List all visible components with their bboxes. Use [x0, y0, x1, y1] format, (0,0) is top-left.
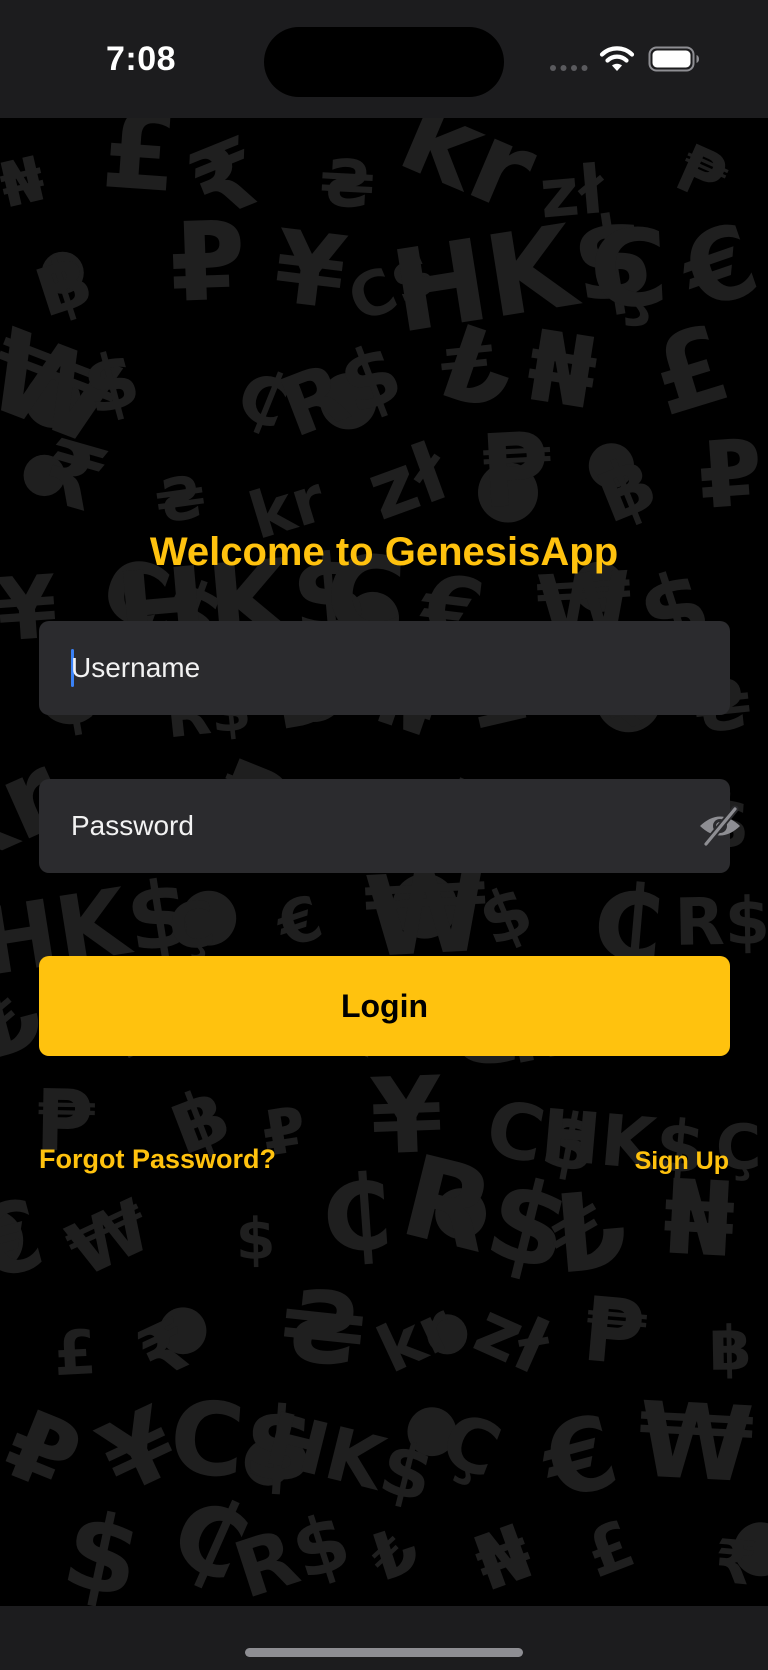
- login-form: Welcome to GenesisApp Login Forgot Passw…: [0, 0, 768, 1670]
- forgot-password-link[interactable]: Forgot Password?: [39, 1144, 276, 1175]
- status-bar: 7:08: [0, 0, 768, 118]
- dynamic-island: [264, 27, 504, 97]
- welcome-title: Welcome to GenesisApp: [149, 530, 619, 574]
- home-indicator: [245, 1648, 523, 1657]
- username-input[interactable]: [71, 621, 651, 715]
- login-button[interactable]: Login: [39, 956, 730, 1056]
- username-field[interactable]: [39, 621, 730, 715]
- signal-dots-icon: [550, 65, 588, 71]
- bottom-bar: [0, 1606, 768, 1670]
- password-input[interactable]: [71, 779, 651, 873]
- login-screen: 7:08 ₦ £ ₹ ₴ kr zł ₱ ฿ ₽ ¥ C$ HK$ Ç € ₩ $ ₵ R$ ₺ ₦ £ ₹ ₴ kr zł ₱ ฿…: [0, 0, 768, 1670]
- password-field[interactable]: [39, 779, 740, 873]
- battery-icon: [648, 46, 699, 72]
- status-time: 7:08: [106, 40, 177, 78]
- eye-slash-icon[interactable]: [697, 803, 743, 849]
- sign-up-link[interactable]: Sign Up: [635, 1147, 729, 1176]
- wifi-icon: [599, 46, 635, 71]
